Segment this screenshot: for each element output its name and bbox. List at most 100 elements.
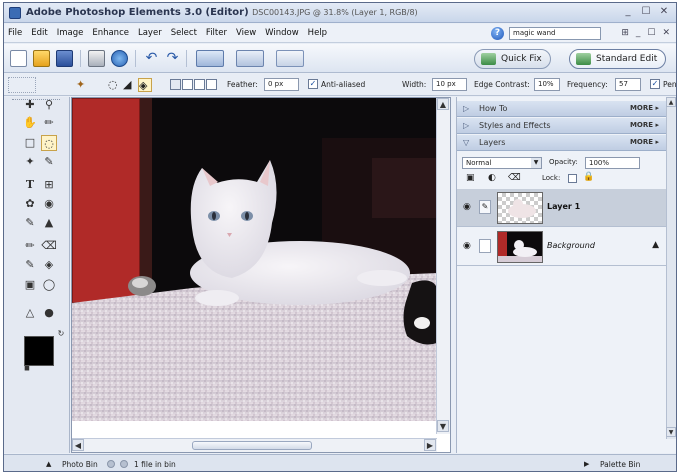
cookie-cutter-tool-icon[interactable]: ✿ [22, 196, 38, 212]
horizontal-scroll-thumb[interactable] [192, 441, 312, 450]
save-icon[interactable] [56, 50, 73, 67]
eraser-tool-icon[interactable]: ⌫ [41, 238, 57, 254]
close-button[interactable]: ✕ [658, 6, 670, 18]
layers-more-button[interactable]: MORE ▸ [630, 138, 659, 146]
doc-restore-button[interactable]: ☐ [647, 28, 655, 38]
shape-tool-icon[interactable]: ◯ [41, 277, 57, 293]
online-services-icon[interactable] [111, 50, 128, 67]
crop-tool-icon[interactable]: ⊞ [41, 177, 57, 193]
add-selection-icon[interactable] [182, 79, 193, 90]
menu-filter[interactable]: Filter [206, 28, 227, 38]
palette-scroll-up-icon[interactable]: ▲ [666, 97, 676, 107]
pen-pressure-checkbox[interactable]: ✓ [650, 79, 660, 89]
new-file-icon[interactable] [10, 50, 27, 67]
clone-stamp-tool-icon[interactable]: ▲ [41, 215, 57, 231]
maximize-button[interactable]: ☐ [640, 6, 652, 18]
scroll-right-icon[interactable]: ▶ [424, 439, 436, 451]
sponge-tool-icon[interactable]: ● [41, 305, 57, 321]
brush-link-icon[interactable]: ✎ [479, 200, 491, 214]
lock-all-icon[interactable]: 🔒 [583, 172, 594, 182]
quick-fix-tab[interactable]: Quick Fix [474, 49, 551, 69]
brush-tool-icon[interactable]: ✎ [22, 257, 38, 273]
layer-row-layer-1[interactable]: ◉ ✎ Layer 1 [457, 189, 667, 227]
open-folder-icon[interactable] [33, 50, 50, 67]
tool-preset-icon[interactable] [8, 77, 36, 93]
step-backward-icon[interactable]: ↶ [143, 50, 160, 67]
canvas-horizontal-scrollbar[interactable]: ◀ ▶ [72, 438, 437, 452]
opacity-input[interactable]: 100% [585, 157, 640, 169]
photo-bin-toggle[interactable]: Photo Bin [62, 460, 98, 469]
lasso-icon[interactable]: ◌ [108, 78, 122, 92]
menu-select[interactable]: Select [171, 28, 197, 38]
menu-window[interactable]: Window [265, 28, 299, 38]
marquee-tool-icon[interactable]: □ [22, 135, 38, 151]
doc-close-button[interactable]: ✕ [662, 28, 670, 38]
lasso-tool-icon[interactable]: ✦ [76, 78, 90, 92]
palette-scrollbar[interactable]: ▲ ▼ [666, 97, 676, 439]
step-forward-icon[interactable]: ↷ [164, 50, 181, 67]
eyedropper-tool-icon[interactable]: ✏ [41, 115, 57, 131]
menu-help[interactable]: Help [308, 28, 327, 38]
type-tool-icon[interactable]: T [22, 177, 38, 193]
subtract-selection-icon[interactable] [194, 79, 205, 90]
menu-layer[interactable]: Layer [138, 28, 162, 38]
menu-image[interactable]: Image [57, 28, 84, 38]
blend-mode-select[interactable]: Normal ▼ [462, 157, 542, 169]
layer-row-background[interactable]: ◉ Background ▲ [457, 228, 667, 266]
layers-panel-header[interactable]: ▽ Layers MORE ▸ [457, 135, 667, 151]
swap-colors-icon[interactable]: ↻ [56, 329, 66, 339]
new-selection-icon[interactable] [170, 79, 181, 90]
hand-tool-icon[interactable]: ✋ [22, 115, 38, 131]
width-input[interactable]: 10 px [432, 78, 467, 91]
default-colors-icon[interactable]: ◼ [22, 363, 32, 373]
healing-brush-tool-icon[interactable]: ✎ [22, 215, 38, 231]
feather-input[interactable]: 0 px [264, 78, 299, 91]
menu-file[interactable]: File [8, 28, 22, 38]
menu-view[interactable]: View [236, 28, 256, 38]
red-eye-tool-icon[interactable]: ◉ [41, 196, 57, 212]
palette-bin-toggle[interactable]: Palette Bin [600, 460, 640, 469]
styles-effects-panel-header[interactable]: ▷ Styles and Effects MORE ▸ [457, 118, 667, 134]
doc-minimize-button[interactable]: _ [636, 28, 641, 38]
foreground-color-swatch[interactable] [24, 336, 54, 366]
standard-edit-tab[interactable]: Standard Edit [569, 49, 667, 69]
selection-brush-tool-icon[interactable]: ✎ [41, 154, 57, 170]
help-search-input[interactable]: magic wand [509, 27, 601, 40]
antialiased-checkbox[interactable]: ✓ [308, 79, 318, 89]
gradient-tool-icon[interactable]: ▣ [22, 277, 38, 293]
organizer-icon[interactable] [236, 50, 264, 67]
blur-tool-icon[interactable]: △ [22, 305, 38, 321]
polygonal-lasso-icon[interactable]: ◢ [123, 78, 137, 92]
scroll-down-icon[interactable]: ▼ [437, 420, 449, 432]
photo-bin-arrow-icon[interactable]: ▲ [46, 460, 51, 468]
menu-enhance[interactable]: Enhance [92, 28, 129, 38]
magnetic-lasso-icon[interactable]: ◈ [138, 78, 152, 92]
scroll-left-icon[interactable]: ◀ [72, 439, 84, 451]
magic-wand-tool-icon[interactable]: ✦ [22, 154, 38, 170]
lock-transparency-checkbox[interactable] [568, 174, 577, 183]
help-icon[interactable]: ? [491, 27, 504, 40]
frequency-input[interactable]: 57 [615, 78, 641, 91]
create-icon[interactable] [196, 50, 224, 67]
minimize-button[interactable]: _ [622, 6, 634, 18]
previous-photo-button[interactable] [107, 460, 115, 468]
tile-icon[interactable]: ⊞ [621, 28, 629, 38]
canvas-vertical-scrollbar[interactable]: ▲ ▼ [436, 98, 450, 434]
new-layer-icon[interactable]: ▣ [466, 173, 475, 183]
photo-browser-icon[interactable] [276, 50, 304, 67]
how-to-panel-header[interactable]: ▷ How To MORE ▸ [457, 101, 667, 117]
photo-canvas[interactable] [72, 98, 437, 421]
menu-edit[interactable]: Edit [31, 28, 47, 38]
link-empty[interactable] [479, 239, 491, 253]
paint-bucket-tool-icon[interactable]: ◈ [41, 257, 57, 273]
print-icon[interactable] [88, 50, 105, 67]
palette-scroll-down-icon[interactable]: ▼ [666, 427, 676, 437]
visibility-eye-icon[interactable]: ◉ [463, 202, 471, 212]
scroll-up-icon[interactable]: ▲ [437, 98, 449, 110]
how-to-more-button[interactable]: MORE ▸ [630, 104, 659, 112]
zoom-tool-icon[interactable]: ⚲ [41, 97, 57, 113]
pencil-tool-icon[interactable]: ✏ [22, 238, 38, 254]
palette-bin-arrow-icon[interactable]: ▶ [584, 460, 589, 468]
intersect-selection-icon[interactable] [206, 79, 217, 90]
lasso-tool-active-icon[interactable]: ◌ [41, 135, 57, 151]
